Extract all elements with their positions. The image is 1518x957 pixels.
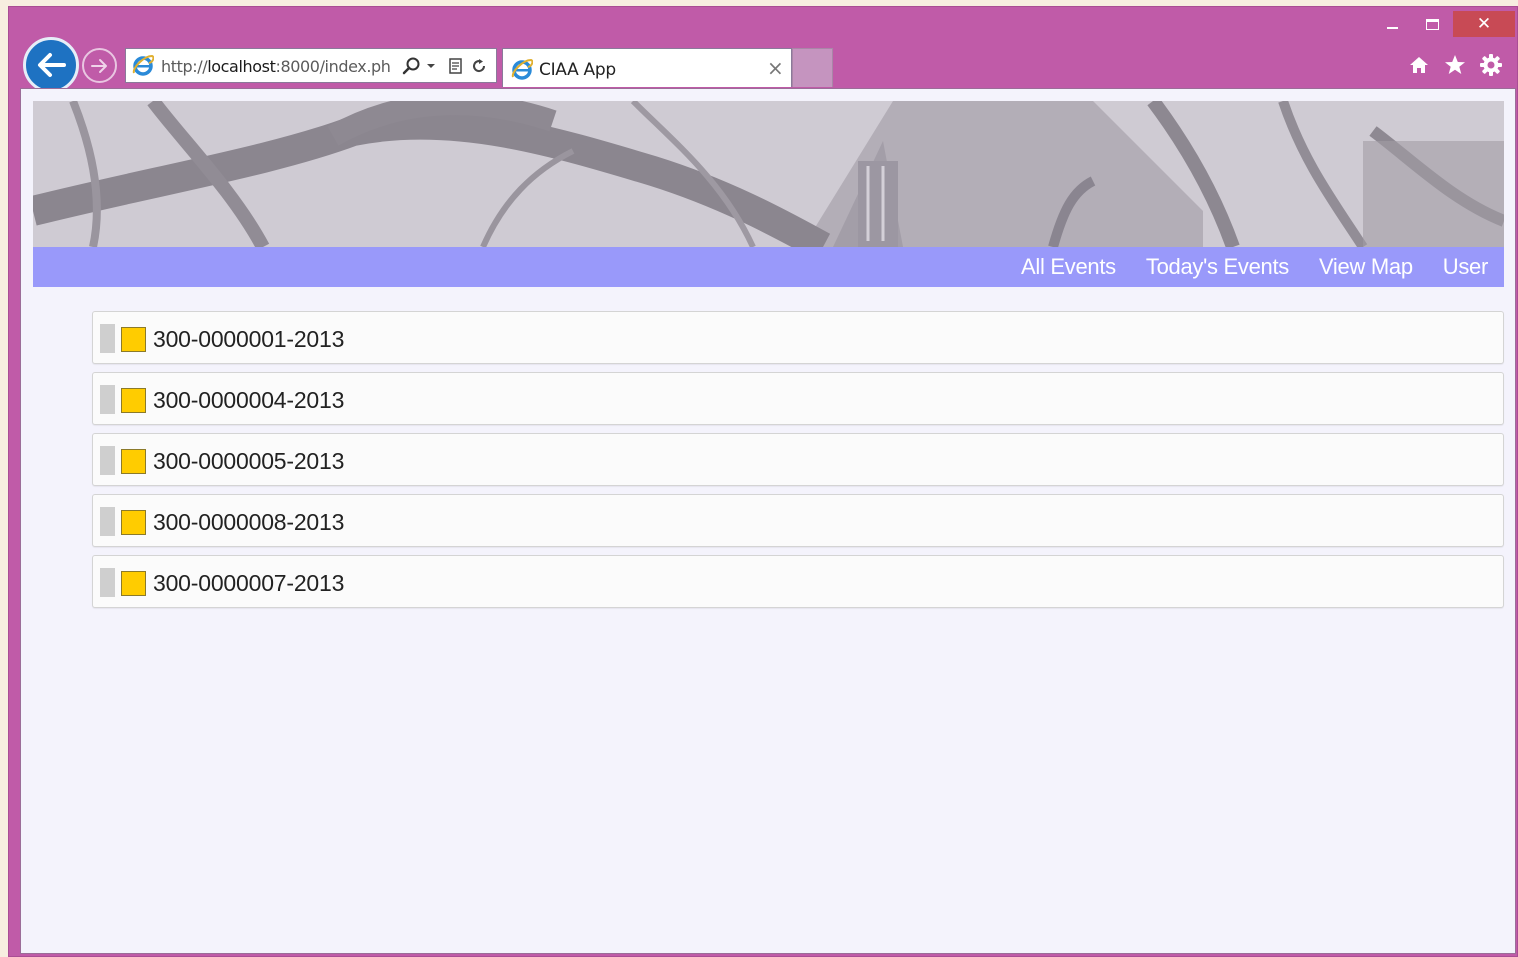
favorites-star-icon: [1445, 55, 1465, 74]
drag-handle[interactable]: [100, 507, 115, 536]
status-indicator: [121, 327, 146, 352]
nav-all-events[interactable]: All Events: [1021, 254, 1116, 280]
status-indicator: [121, 449, 146, 474]
maximize-icon: [1425, 18, 1439, 30]
status-indicator: [121, 571, 146, 596]
dropdown-icon: [427, 64, 435, 68]
nav-todays-events[interactable]: Today's Events: [1146, 254, 1289, 280]
forward-button[interactable]: [82, 48, 117, 83]
event-list-item[interactable]: 300-0000005-2013: [92, 433, 1504, 486]
page-viewport: All Events Today's Events View Map User …: [20, 88, 1516, 954]
favorites-button[interactable]: [1441, 51, 1469, 79]
refresh-icon: [473, 59, 486, 73]
event-id: 300-0000004-2013: [153, 387, 345, 413]
refresh-button[interactable]: [468, 56, 490, 76]
ie-logo-icon: [132, 54, 154, 76]
status-indicator: [121, 388, 146, 413]
event-list: 300-0000001-2013 300-0000004-2013 300-00…: [92, 311, 1504, 616]
minimize-icon: [1386, 27, 1398, 29]
settings-button[interactable]: [1477, 51, 1505, 79]
settings-gear-icon: [1480, 54, 1502, 76]
header-banner-image: [33, 101, 1504, 247]
address-url: http://localhost:8000/index.ph: [161, 57, 391, 76]
status-indicator: [121, 510, 146, 535]
drag-handle[interactable]: [100, 324, 115, 353]
event-id: 300-0000001-2013: [153, 326, 345, 352]
close-icon: ✕: [1476, 14, 1492, 34]
nav-view-map[interactable]: View Map: [1319, 254, 1413, 280]
nav-user[interactable]: User: [1443, 254, 1489, 280]
event-id: 300-0000008-2013: [153, 509, 345, 535]
drag-handle[interactable]: [100, 446, 115, 475]
event-list-item[interactable]: 300-0000008-2013: [92, 494, 1504, 547]
forward-arrow-icon: [90, 58, 107, 73]
address-bar[interactable]: http://localhost:8000/index.ph: [125, 48, 497, 83]
tab-title: CIAA App: [539, 60, 616, 80]
address-dropdown-button[interactable]: [424, 56, 438, 76]
home-icon: [1410, 57, 1428, 73]
close-window-button[interactable]: ✕: [1453, 11, 1515, 37]
search-icon: [402, 57, 420, 75]
compat-view-button[interactable]: [446, 56, 466, 76]
compat-view-icon: [449, 58, 462, 74]
drag-handle[interactable]: [100, 385, 115, 414]
browser-window: ✕ http://localhost:8000/index.ph CIAA Ap…: [8, 6, 1518, 957]
home-button[interactable]: [1405, 51, 1433, 79]
drag-handle[interactable]: [100, 568, 115, 597]
event-list-item[interactable]: 300-0000004-2013: [92, 372, 1504, 425]
search-button[interactable]: [400, 56, 422, 76]
tab-close-button[interactable]: ×: [767, 56, 784, 80]
back-arrow-icon: [38, 53, 66, 77]
event-id: 300-0000007-2013: [153, 570, 345, 596]
tab-ciaa-app[interactable]: CIAA App ×: [502, 48, 792, 87]
minimize-button[interactable]: [1377, 11, 1407, 37]
event-list-item[interactable]: 300-0000007-2013: [92, 555, 1504, 608]
main-nav: All Events Today's Events View Map User: [33, 247, 1504, 287]
event-id: 300-0000005-2013: [153, 448, 345, 474]
maximize-button[interactable]: [1417, 11, 1447, 37]
new-tab-button[interactable]: [792, 48, 833, 87]
event-list-item[interactable]: 300-0000001-2013: [92, 311, 1504, 364]
back-button[interactable]: [23, 37, 79, 93]
ie-logo-icon: [511, 58, 533, 80]
